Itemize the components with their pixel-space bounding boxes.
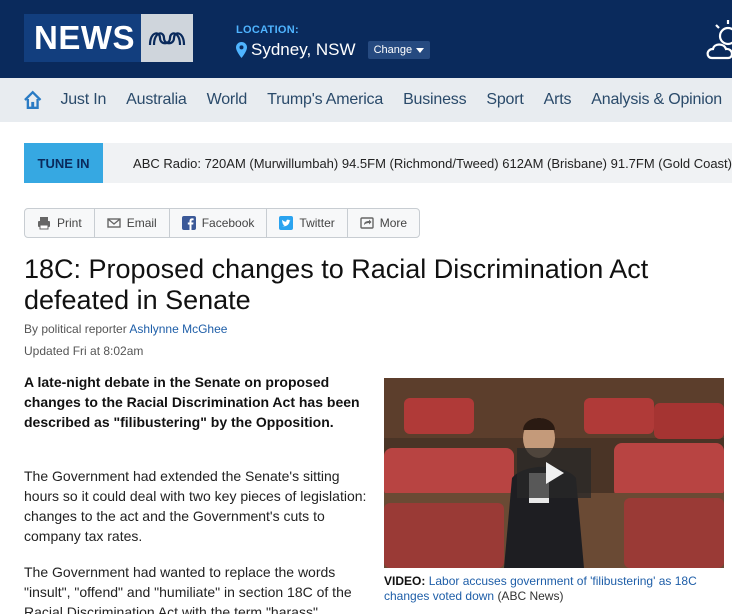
share-bar: Print Email Facebook Twitter More xyxy=(24,208,421,238)
print-button[interactable]: Print xyxy=(25,209,95,237)
tune-in-label[interactable]: TUNE IN xyxy=(24,143,104,183)
abc-news-logo[interactable]: NEWS xyxy=(24,14,193,62)
article-paragraph: The Government had wanted to replace the… xyxy=(24,564,352,614)
byline: By political reporter Ashlynne McGhee xyxy=(24,322,227,336)
updated-timestamp: Updated Fri at 8:02am xyxy=(24,344,144,358)
home-icon[interactable] xyxy=(23,90,42,110)
main-nav: Just In Australia World Trump's America … xyxy=(0,78,732,122)
chevron-down-icon xyxy=(416,47,425,53)
twitter-icon xyxy=(279,216,294,230)
nav-item-just-in[interactable]: Just In xyxy=(50,91,116,109)
video-source: (ABC News) xyxy=(497,589,564,603)
partly-cloudy-icon[interactable] xyxy=(706,14,732,64)
nav-item-business[interactable]: Business xyxy=(393,91,476,109)
tune-in-bar: TUNE IN ABC Radio: 720AM (Murwillumbah) … xyxy=(24,143,732,183)
email-button[interactable]: Email xyxy=(95,209,170,237)
article-paragraph: The Government had extended the Senate's… xyxy=(24,468,367,544)
nav-item-analysis-opinion[interactable]: Analysis & Opinion xyxy=(581,91,732,109)
byline-prefix: By political reporter xyxy=(24,322,127,336)
share-more-icon xyxy=(360,217,374,229)
nav-item-trumps-america[interactable]: Trump's America xyxy=(257,91,393,109)
twitter-button[interactable]: Twitter xyxy=(267,209,348,237)
printer-icon xyxy=(38,217,50,230)
abc-logo-icon xyxy=(141,14,193,62)
more-button[interactable]: More xyxy=(348,209,419,237)
nav-item-sport[interactable]: Sport xyxy=(476,91,533,109)
more-label: More xyxy=(379,216,408,230)
video-player[interactable] xyxy=(384,378,724,568)
location-label: LOCATION: xyxy=(236,24,299,36)
article-headline: 18C: Proposed changes to Racial Discrimi… xyxy=(24,254,649,315)
play-icon xyxy=(546,462,564,484)
nav-item-australia[interactable]: Australia xyxy=(116,91,196,109)
nav-item-arts[interactable]: Arts xyxy=(534,91,582,109)
author-link[interactable]: Ashlynne McGhee xyxy=(129,322,227,336)
change-label: Change xyxy=(373,44,413,56)
facebook-label: Facebook xyxy=(201,216,255,230)
twitter-label: Twitter xyxy=(299,216,335,230)
play-button[interactable] xyxy=(517,448,591,498)
map-pin-icon xyxy=(236,42,247,58)
site-header: NEWS LOCATION: Sydney, NSW Change xyxy=(0,0,732,78)
video-caption: VIDEO: Labor accuses government of 'fili… xyxy=(384,574,724,604)
location-city: Sydney, NSW xyxy=(251,40,356,59)
facebook-icon xyxy=(181,216,196,230)
tune-in-stations[interactable]: ABC Radio: 720AM (Murwillumbah) 94.5FM (… xyxy=(133,156,732,171)
nav-item-world[interactable]: World xyxy=(197,91,258,109)
logo-news-text: NEWS xyxy=(24,14,141,62)
location-widget: LOCATION: Sydney, NSW Change xyxy=(236,24,431,60)
envelope-icon xyxy=(106,218,121,228)
video-label: VIDEO: xyxy=(384,574,426,588)
change-location-button[interactable]: Change xyxy=(367,41,431,59)
email-label: Email xyxy=(126,216,157,230)
print-label: Print xyxy=(57,216,82,230)
facebook-button[interactable]: Facebook xyxy=(170,209,268,237)
article-lead: A late-night debate in the Senate on pro… xyxy=(24,374,360,430)
